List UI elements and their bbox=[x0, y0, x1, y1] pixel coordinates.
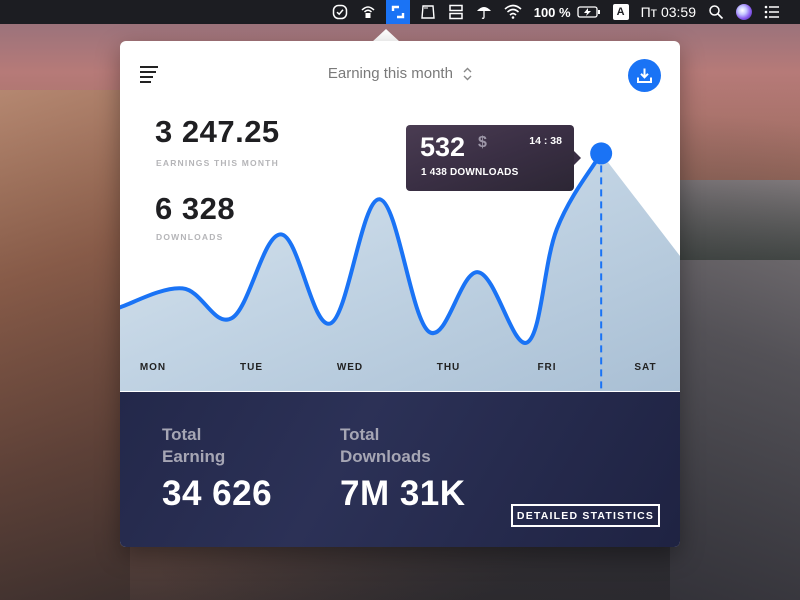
tooltip-amount: 532 bbox=[420, 132, 466, 162]
input-source-icon[interactable]: A bbox=[612, 0, 629, 24]
x-axis-label-sat: SAT bbox=[634, 362, 657, 373]
x-axis-label-mon: MON bbox=[139, 362, 167, 373]
layout-icon[interactable] bbox=[448, 0, 464, 24]
x-axis-label-thu: THU bbox=[436, 362, 461, 373]
tooltip-time: 14 : 38 bbox=[529, 135, 562, 147]
downloads-value: 6 328 bbox=[155, 191, 236, 226]
download-icon bbox=[637, 68, 652, 83]
earnings-popover: Earning this month 3 247.25 EARNINGS THI… bbox=[120, 41, 680, 547]
app-active-icon[interactable] bbox=[385, 0, 410, 24]
downloads-label: DOWNLOADS bbox=[156, 232, 224, 242]
wifi-icon[interactable] bbox=[504, 0, 522, 24]
total-earning-value: 34 626 bbox=[162, 474, 273, 513]
totals-footer: Total Earning 34 626 Total Downloads 7M … bbox=[120, 392, 680, 547]
battery-percent[interactable]: 100 % bbox=[534, 0, 571, 24]
total-downloads-title-line2: Downloads bbox=[340, 447, 431, 466]
x-axis-label-fri: FRI bbox=[537, 362, 557, 373]
notification-center-icon[interactable] bbox=[764, 0, 780, 24]
menu-bar: 100 % A Пт 03:59 bbox=[0, 0, 800, 24]
input-source-label: A bbox=[612, 4, 629, 20]
wifi-lock-icon[interactable] bbox=[360, 0, 376, 24]
total-earning-title: Total Earning bbox=[162, 424, 225, 468]
earnings-this-month-value: 3 247.25 bbox=[155, 114, 280, 149]
detailed-statistics-button[interactable]: DETAILED STATISTICS bbox=[511, 504, 660, 527]
checkmark-shield-icon[interactable] bbox=[332, 0, 348, 24]
period-selector-label: Earning this month bbox=[327, 65, 453, 82]
total-earning-title-line1: Total bbox=[162, 425, 202, 444]
period-selector[interactable]: Earning this month bbox=[120, 65, 680, 82]
battery-charging-icon[interactable] bbox=[576, 0, 601, 24]
drive-icon[interactable] bbox=[420, 0, 436, 24]
siri-icon[interactable] bbox=[736, 0, 752, 24]
clock[interactable]: Пт 03:59 bbox=[641, 0, 696, 24]
wallpaper-trees bbox=[680, 180, 800, 260]
wallpaper-rock-left bbox=[0, 90, 130, 600]
download-button[interactable] bbox=[628, 59, 661, 92]
tooltip-downloads: 1 438 DOWNLOADS bbox=[421, 167, 519, 178]
tooltip-currency: $ bbox=[478, 134, 487, 151]
total-earning-title-line2: Earning bbox=[162, 447, 226, 466]
x-axis-label-wed: WED bbox=[336, 362, 364, 373]
total-downloads-title: Total Downloads bbox=[340, 424, 431, 468]
total-downloads-title-line1: Total bbox=[340, 425, 380, 444]
earnings-this-month-label: EARNINGS THIS MONTH bbox=[156, 158, 279, 168]
umbrella-icon[interactable] bbox=[476, 0, 492, 24]
spotlight-search-icon[interactable] bbox=[708, 0, 724, 24]
total-downloads-value: 7M 31K bbox=[340, 474, 466, 513]
x-axis-label-tue: TUE bbox=[240, 362, 263, 373]
updown-chevron-icon bbox=[463, 67, 472, 82]
chart-tooltip: 532 $ 14 : 38 1 438 DOWNLOADS bbox=[406, 125, 581, 191]
chart-area-fill bbox=[120, 153, 680, 391]
highlight-point[interactable] bbox=[590, 142, 613, 165]
